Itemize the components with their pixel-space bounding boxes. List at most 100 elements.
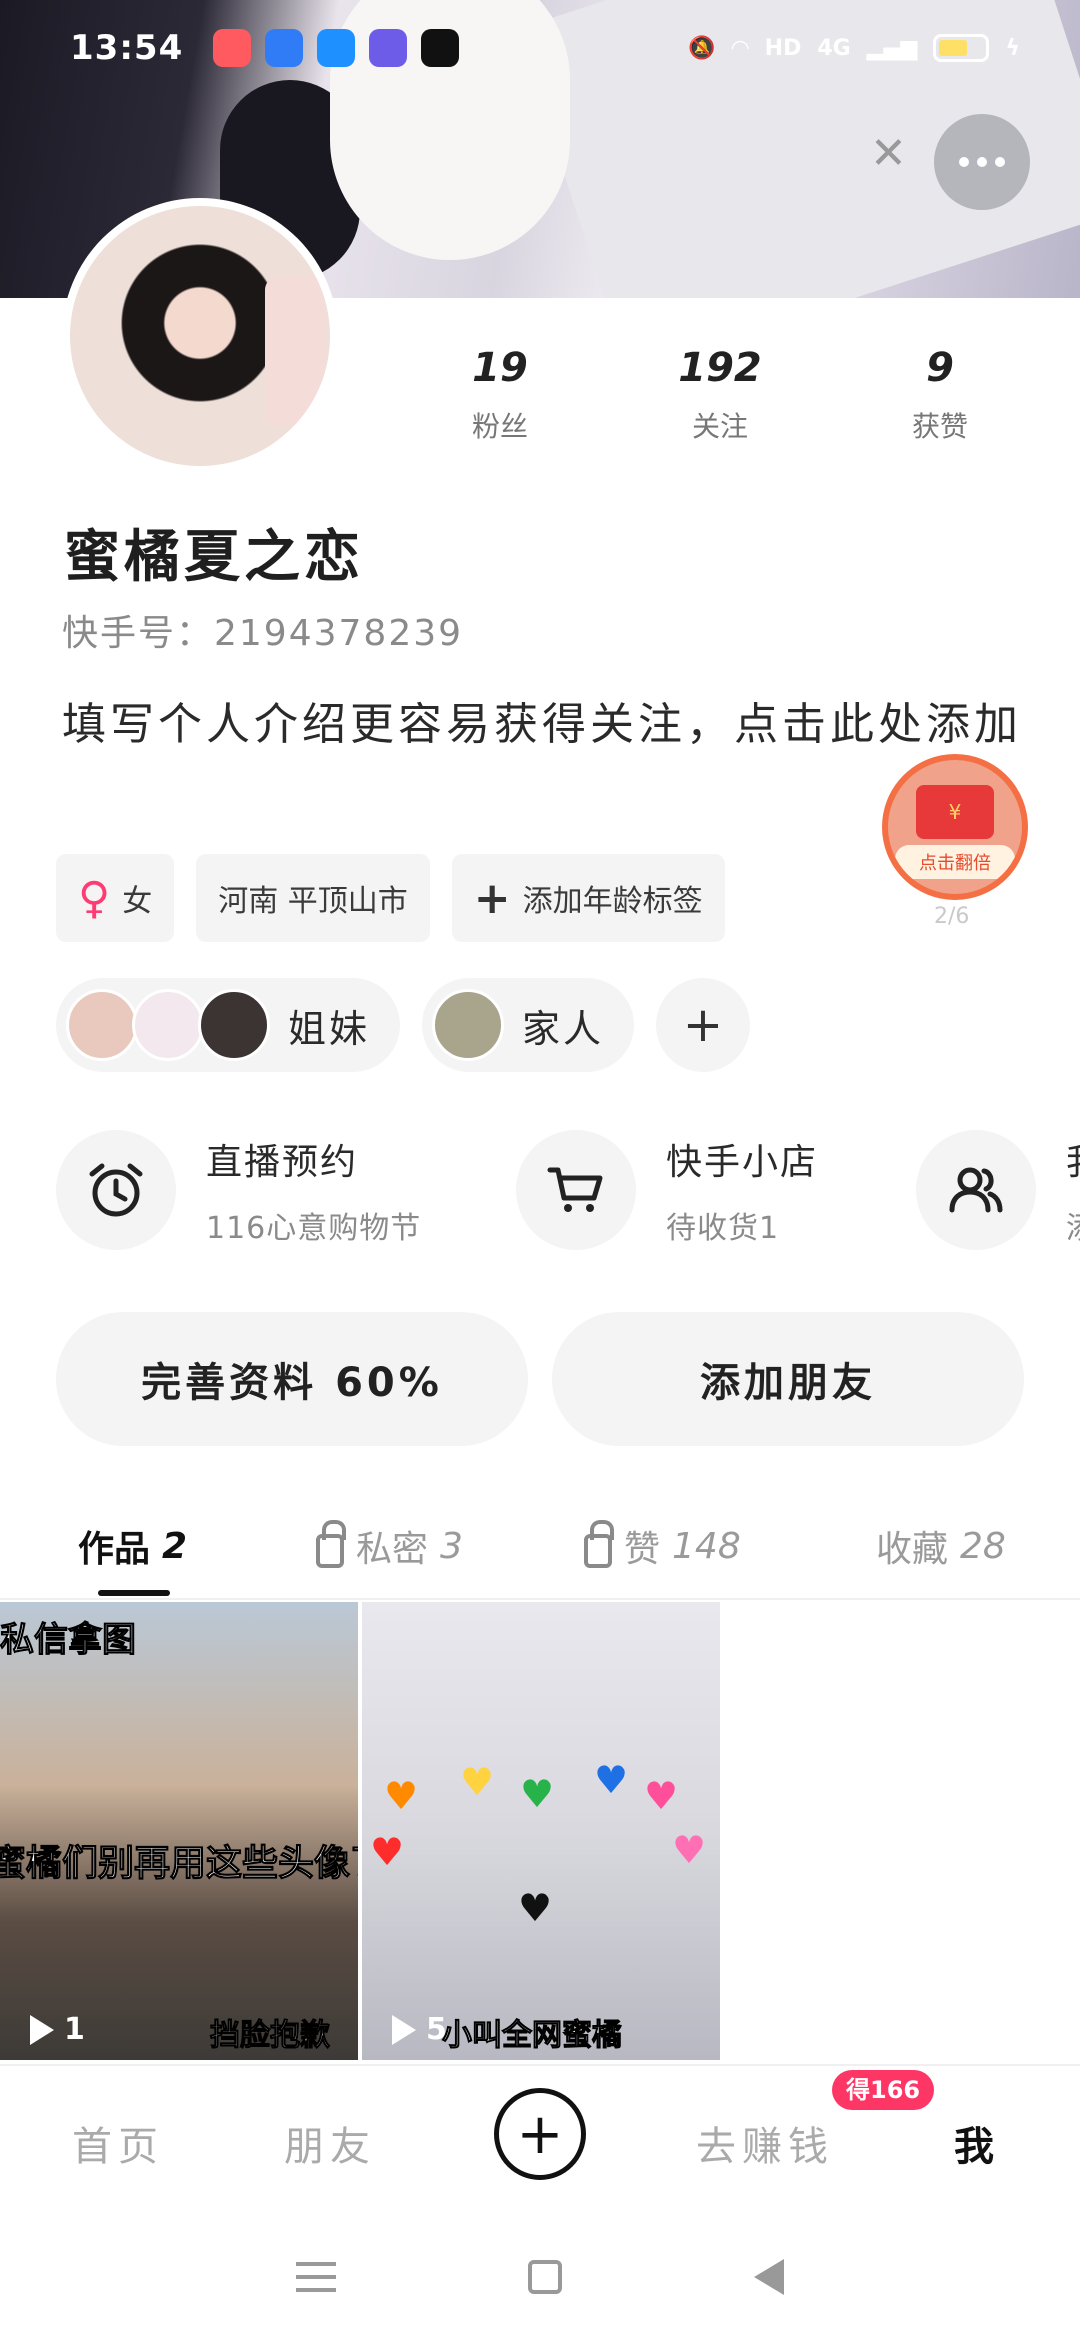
group-family[interactable]: 家人: [422, 978, 635, 1072]
battery-icon: [933, 34, 990, 62]
stat-label: 获赞: [911, 410, 968, 443]
heart-icon: ♥: [520, 1772, 555, 1816]
add-age-tag[interactable]: + 添加年龄标签: [451, 854, 725, 942]
tab-label: 收藏: [876, 1529, 949, 1570]
shortcut-row: 直播预约 116心意购物节 快手小店 待收货1 我的 添加: [56, 1130, 1080, 1250]
stat-likes[interactable]: 9 获赞: [860, 345, 1020, 445]
video-thumbnail[interactable]: 私信拿图 蜜橘们别再用这些头像了 1 挡脸抱歉: [0, 1602, 358, 2060]
group-sisters[interactable]: 姐妹: [56, 978, 401, 1072]
nav-earn[interactable]: 去赚钱: [696, 2114, 834, 2172]
gender-tag[interactable]: ♀ 女: [56, 854, 175, 942]
plus-icon: +: [516, 2101, 564, 2167]
menu-icon[interactable]: [296, 2262, 336, 2292]
tab-favorites[interactable]: 收藏 28: [876, 1520, 1006, 1572]
tab-count: 3: [440, 1525, 463, 1567]
status-app-icons: [213, 29, 460, 67]
stat-value: 19: [472, 345, 528, 391]
mute-icon: 🔕: [688, 35, 716, 61]
heart-icon: ♥: [518, 1886, 553, 1930]
back-icon[interactable]: [754, 2259, 784, 2295]
nav-friends[interactable]: 朋友: [284, 2114, 376, 2172]
signal-icon: ▂▄▆: [866, 35, 918, 61]
play-icon: [392, 2014, 416, 2045]
avatar: [66, 989, 138, 1061]
tab-count: 2: [162, 1525, 188, 1567]
stat-value: 192: [678, 345, 762, 391]
bio-prompt[interactable]: 填写个人介绍更容易获得关注，点击此处添加: [62, 686, 1022, 764]
gender-label: 女: [122, 884, 153, 919]
red-envelope-icon: ¥: [916, 785, 994, 839]
tab-count: 148: [672, 1525, 741, 1567]
avatar[interactable]: [62, 198, 338, 474]
shortcut-live-reservation[interactable]: 直播预约 116心意购物节: [56, 1130, 476, 1250]
avatar: [432, 989, 505, 1061]
app-icon: [369, 29, 408, 67]
more-horizontal-icon: [959, 157, 969, 167]
add-age-label: 添加年龄标签: [522, 884, 703, 919]
heart-icon: ♥: [644, 1774, 679, 1818]
create-button[interactable]: +: [494, 2088, 586, 2180]
shortcut-subtitle: 116心意购物节: [206, 1211, 422, 1246]
location-tag[interactable]: 河南 平顶山市: [196, 854, 430, 942]
add-group-button[interactable]: +: [656, 978, 751, 1072]
close-icon[interactable]: ✕: [870, 128, 907, 179]
red-packet-button[interactable]: ¥ 点击翻倍: [882, 754, 1028, 900]
video-caption: 蜜橘们别再用这些头像了: [0, 1843, 358, 1885]
home-icon[interactable]: [528, 2260, 562, 2294]
profile-actions: 完善资料 60% 添加朋友: [56, 1312, 1024, 1446]
users-icon: [916, 1130, 1036, 1250]
heart-icon: ♥: [594, 1758, 629, 1802]
stat-following[interactable]: 192 关注: [640, 345, 800, 445]
avatar-image: [70, 206, 330, 466]
status-right: 🔕 ◠ HD 4G ▂▄▆ ϟ: [688, 34, 1020, 62]
signal-label: 4G: [817, 35, 851, 61]
heart-icon: ♥: [384, 1774, 419, 1818]
stat-label: 关注: [691, 410, 748, 443]
friend-groups: 姐妹 家人 +: [56, 978, 751, 1072]
avatar: [198, 989, 270, 1061]
shortcut-subtitle: 添加: [1066, 1203, 1080, 1247]
more-button[interactable]: [934, 114, 1030, 210]
status-bar: 13:54 🔕 ◠ HD 4G ▂▄▆ ϟ: [0, 0, 1080, 96]
shortcut-subtitle: 待收货1: [666, 1211, 780, 1246]
plus-icon: +: [473, 872, 511, 924]
heart-icon: ♥: [370, 1830, 405, 1874]
lock-icon: [584, 1520, 614, 1568]
baidu-icon: [265, 29, 304, 67]
wifi-icon: ◠: [731, 35, 749, 61]
earn-badge: 得166: [832, 2070, 935, 2110]
complete-profile-button[interactable]: 完善资料 60%: [56, 1312, 528, 1446]
tab-private[interactable]: 私密 3: [316, 1520, 463, 1572]
shortcut-title: 快手小店: [666, 1142, 819, 1183]
profile-stats: 19 粉丝 192 关注 9 获赞: [420, 345, 1020, 445]
shortcut-shop[interactable]: 快手小店 待收货1: [516, 1130, 876, 1250]
system-nav-bar: [0, 2214, 1080, 2340]
app-notification-icon: [213, 29, 252, 67]
group-label: 家人: [522, 1006, 605, 1051]
plus-icon: +: [682, 997, 724, 1053]
female-icon: ♀: [78, 872, 111, 924]
tab-label: 私密: [356, 1529, 429, 1570]
video-thumbnail[interactable]: ♥ ♥ ♥ ♥ ♥ ♥ ♥ ♥ 5 小叫全网蜜橘: [362, 1602, 720, 2060]
tab-works[interactable]: 作品 2: [78, 1520, 187, 1572]
location-label: 河南 平顶山市: [218, 884, 408, 919]
heart-icon: ♥: [460, 1760, 495, 1804]
lock-icon: [316, 1520, 346, 1568]
nav-me[interactable]: 我: [954, 2114, 1000, 2172]
shortcut-mine[interactable]: 我的 添加: [916, 1130, 1080, 1250]
play-count: 1: [30, 2012, 85, 2047]
shopping-cart-icon: [516, 1130, 636, 1250]
play-count: 5: [392, 2012, 447, 2047]
content-tabs: 作品 2 私密 3 赞 148 收藏 28: [0, 1500, 1080, 1600]
tab-liked[interactable]: 赞 148: [584, 1520, 741, 1572]
add-friends-button[interactable]: 添加朋友: [552, 1312, 1024, 1446]
video-grid: 私信拿图 蜜橘们别再用这些头像了 1 挡脸抱歉 ♥ ♥ ♥ ♥ ♥ ♥ ♥ ♥ …: [0, 1602, 1080, 2060]
shortcut-title: 我的: [1066, 1133, 1080, 1185]
nav-home[interactable]: 首页: [72, 2114, 164, 2172]
kwai-id[interactable]: 快手号：2194378239: [62, 604, 463, 656]
avatar: [132, 989, 204, 1061]
nickname: 蜜橘夏之恋: [64, 525, 364, 590]
stat-fans[interactable]: 19 粉丝: [420, 345, 580, 445]
douyin-icon: [421, 29, 460, 67]
charging-icon: ϟ: [1005, 35, 1020, 61]
